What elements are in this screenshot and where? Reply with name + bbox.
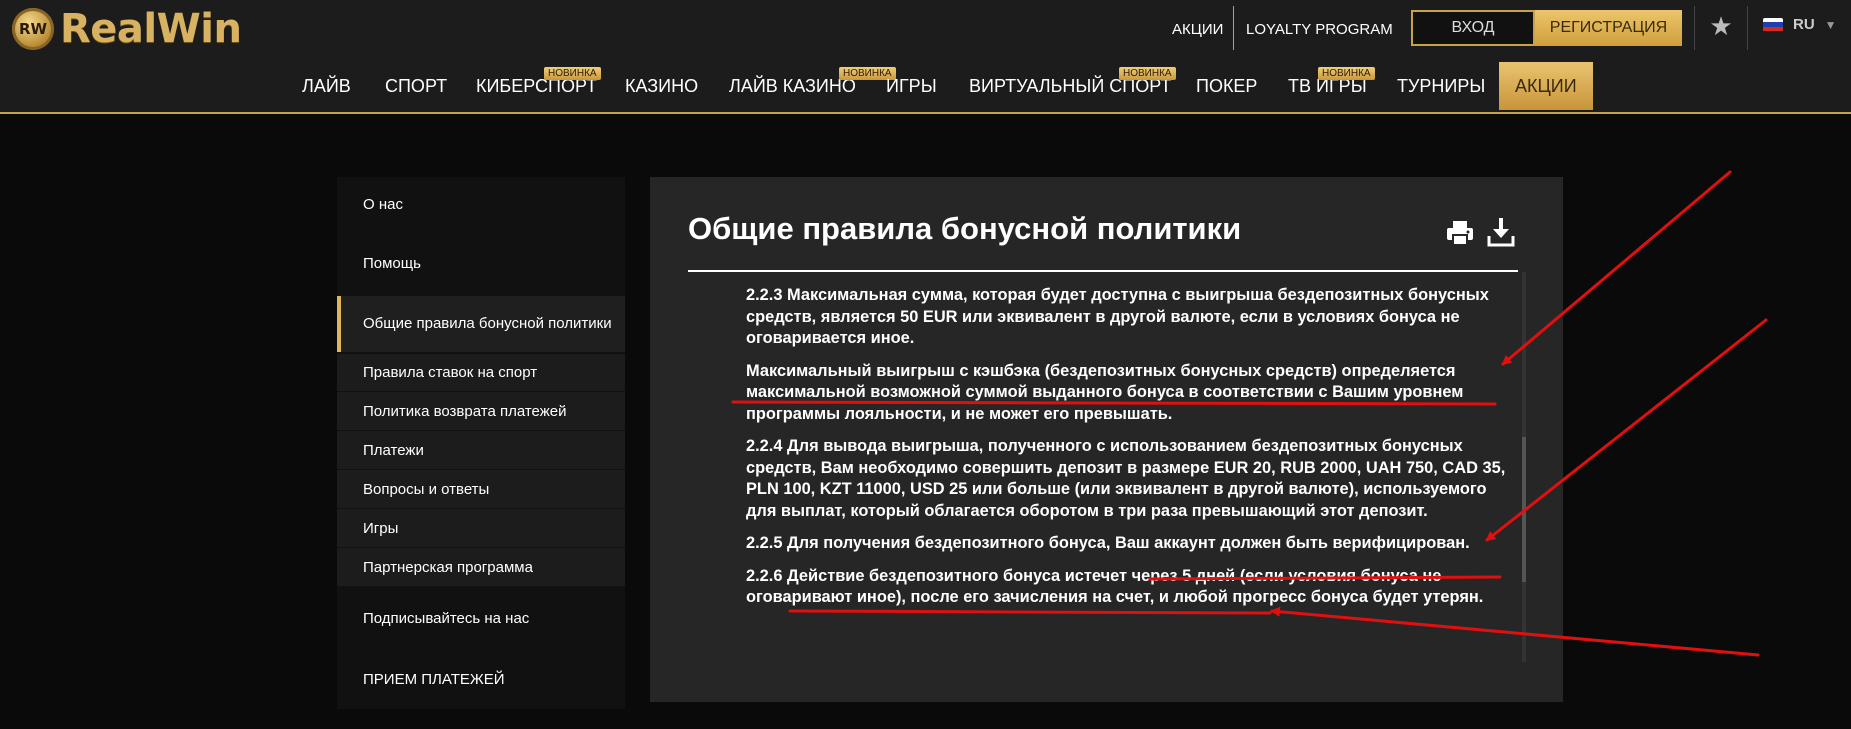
star-icon[interactable]: ★ <box>1707 12 1735 40</box>
nav-item-live[interactable]: ЛАЙВ <box>302 60 351 112</box>
top-divider <box>1233 6 1234 50</box>
sidebar-item-about[interactable]: О нас <box>337 177 625 231</box>
nav-item-games[interactable]: ИГРЫ <box>886 60 937 112</box>
language-selector[interactable]: RU ▼ <box>1763 16 1837 33</box>
top-loyalty-link[interactable]: LOYALTY PROGRAM <box>1246 0 1393 58</box>
nav-item-tournaments[interactable]: ТУРНИРЫ <box>1397 60 1485 112</box>
sidebar-item-payments[interactable]: Платежи <box>337 431 625 469</box>
top-promo-link[interactable]: АКЦИИ <box>1172 0 1223 58</box>
sidebar-item-bonus-policy[interactable]: Общие правила бонусной политики <box>337 296 625 352</box>
new-badge: НОВИНКА <box>544 67 601 80</box>
nav-item-sport[interactable]: СПОРТ <box>385 60 447 112</box>
logo-text: RealWin <box>60 6 242 52</box>
rule-2-2-6: 2.2.6 Действие бездепозитного бонуса ист… <box>746 566 1484 607</box>
sidebar-item-help[interactable]: Помощь <box>337 231 625 295</box>
rule-cashback: Максимальный выигрыш с кэшбэка (бездепоз… <box>746 361 1464 423</box>
sidebar-item-subscribe[interactable]: Подписывайтесь на нас <box>337 588 625 648</box>
rule-2-2-3: 2.2.3 Максимальная сумма, которая будет … <box>746 286 1489 347</box>
header-gold-line <box>0 112 1851 114</box>
sidebar-item-faq[interactable]: Вопросы и ответы <box>337 470 625 508</box>
scrollbar-thumb[interactable] <box>1522 437 1526 582</box>
rule-2-2-5: 2.2.5 Для получения бездепозитного бонус… <box>746 534 1470 552</box>
sidebar: О нас Помощь Общие правила бонусной поли… <box>337 177 625 709</box>
divider <box>1747 6 1748 50</box>
main-nav: ЛАЙВ СПОРТ КИБЕРСПОРТ НОВИНКА КАЗИНО ЛАЙ… <box>0 60 1851 112</box>
logo-badge-icon: RW <box>12 8 54 50</box>
download-icon[interactable] <box>1487 217 1515 247</box>
language-code: RU <box>1793 16 1815 33</box>
sidebar-item-sport-rules[interactable]: Правила ставок на спорт <box>337 354 625 391</box>
rules-text: 2.2.3 Максимальная сумма, которая будет … <box>746 285 1516 620</box>
divider <box>1694 6 1695 50</box>
flag-ru-icon <box>1763 17 1783 32</box>
page-title: Общие правила бонусной политики <box>688 211 1242 246</box>
nav-item-casino[interactable]: КАЗИНО <box>625 60 698 112</box>
logo[interactable]: RW RealWin <box>12 6 242 52</box>
sidebar-item-refund-policy[interactable]: Политика возврата платежей <box>337 392 625 430</box>
header: RW RealWin АКЦИИ LOYALTY PROGRAM ВХОД РЕ… <box>0 0 1851 113</box>
chevron-down-icon: ▼ <box>1824 17 1837 32</box>
new-badge: НОВИНКА <box>1119 67 1176 80</box>
title-divider <box>688 270 1518 272</box>
register-button[interactable]: РЕГИСТРАЦИЯ <box>1535 10 1682 46</box>
login-button[interactable]: ВХОД <box>1411 10 1535 46</box>
nav-item-poker[interactable]: ПОКЕР <box>1196 60 1257 112</box>
nav-item-promotions[interactable]: АКЦИИ <box>1499 62 1593 110</box>
sidebar-item-games[interactable]: Игры <box>337 509 625 547</box>
content-panel: Общие правила бонусной политики 2.2.3 Ма… <box>650 177 1563 702</box>
new-badge: НОВИНКА <box>1318 67 1375 80</box>
nav-item-live-casino[interactable]: ЛАЙВ КАЗИНО <box>729 60 856 112</box>
sidebar-item-partners[interactable]: Партнерская программа <box>337 548 625 586</box>
print-icon[interactable] <box>1446 219 1474 247</box>
rule-2-2-4: 2.2.4 Для вывода выигрыша, полученного с… <box>746 437 1506 520</box>
sidebar-item-payment-methods[interactable]: ПРИЕМ ПЛАТЕЖЕЙ <box>337 649 625 709</box>
